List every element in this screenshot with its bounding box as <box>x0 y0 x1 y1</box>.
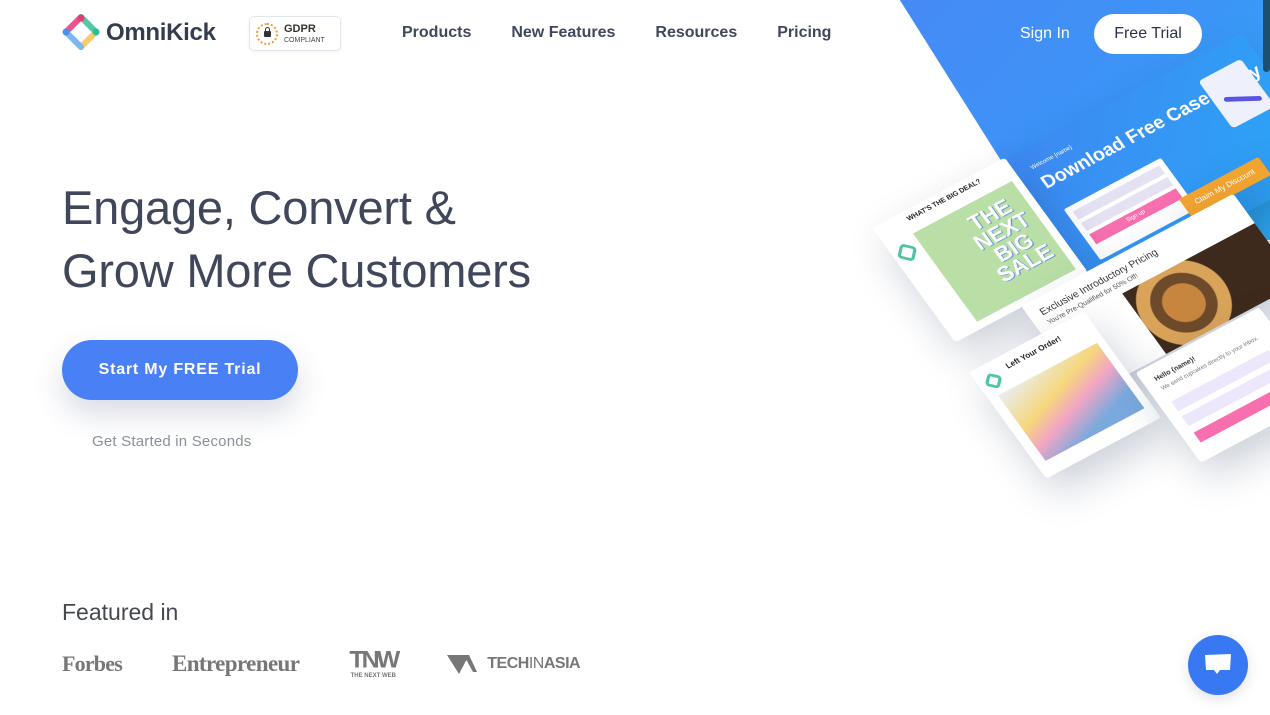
main-nav: Products New Features Resources Pricing <box>402 24 831 42</box>
tia-tech: TECH <box>487 654 529 672</box>
gdpr-subtitle: COMPLIANT <box>284 36 325 44</box>
headline-line-2: Grow More Customers <box>62 244 531 297</box>
start-free-trial-button[interactable]: Start My FREE Trial <box>62 340 298 400</box>
techinasia-logo: TECHINASIA <box>447 652 581 676</box>
brand-name: OmniKick <box>106 19 216 46</box>
free-trial-button[interactable]: Free Trial <box>1094 14 1202 54</box>
tia-asia: ASIA <box>543 654 581 672</box>
forbes-logo: Forbes <box>62 650 123 676</box>
tnw-wordmark: TNW <box>349 646 400 674</box>
omnikick-logo-icon <box>897 243 918 262</box>
sign-in-link[interactable]: Sign In <box>1020 25 1070 43</box>
headline-line-1: Engage, Convert & <box>62 181 456 234</box>
featured-in-title: Featured in <box>62 599 179 625</box>
tnw-tagline: THE NEXT WEB <box>350 673 396 679</box>
lock-icon <box>256 22 278 45</box>
entrepreneur-logo: Entrepreneur <box>171 650 300 676</box>
scrollbar-thumb[interactable] <box>1263 0 1270 72</box>
tnw-logo: TNW THE NEXT WEB <box>349 646 400 679</box>
brand-logo[interactable]: OmniKick <box>62 14 216 52</box>
gdpr-badge: GDPR COMPLIANT <box>249 16 341 51</box>
hero-headline: Engage, Convert & Grow More Customers <box>62 176 531 302</box>
nav-new-features[interactable]: New Features <box>511 24 615 42</box>
tia-in: IN <box>528 654 545 672</box>
techinasia-mark-icon <box>447 654 478 674</box>
nav-products[interactable]: Products <box>402 24 471 42</box>
chat-bubble-icon <box>1205 654 1231 674</box>
cta-subtext: Get Started in Seconds <box>92 433 252 450</box>
chat-widget-button[interactable] <box>1188 635 1248 695</box>
omnikick-logo-icon <box>62 14 100 52</box>
nav-resources[interactable]: Resources <box>655 24 737 42</box>
gdpr-title: GDPR <box>284 22 316 35</box>
nav-pricing[interactable]: Pricing <box>777 24 831 42</box>
featured-logos: Forbes Entrepreneur TNW THE NEXT WEB TEC… <box>62 646 581 679</box>
omnikick-logo-icon <box>984 372 1003 389</box>
site-header: OmniKick GDPR COMPLIANT Products New Fea… <box>0 0 1270 68</box>
